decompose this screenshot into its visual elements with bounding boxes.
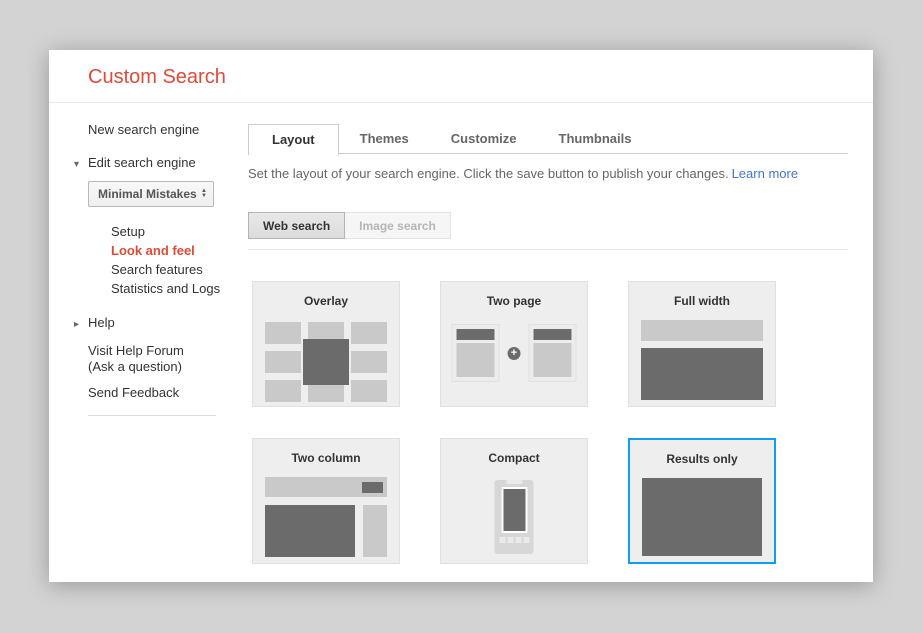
select-arrows-icon: ▲▼ (201, 189, 207, 199)
layout-card-compact[interactable]: Compact (440, 438, 588, 564)
tab-description: Set the layout of your search engine. Cl… (248, 166, 848, 181)
sidebar-item-visit-help-forum[interactable]: Visit Help Forum (Ask a question) (49, 343, 248, 375)
engine-select[interactable]: Minimal Mistakes ▲▼ (88, 181, 214, 207)
sidebar-item-send-feedback[interactable]: Send Feedback (49, 385, 248, 401)
layout-card-title: Full width (629, 282, 775, 308)
custom-search-window: Custom Search New search engine ▾ Edit s… (49, 50, 873, 582)
app-header: Custom Search (49, 50, 873, 103)
layout-card-two-column[interactable]: Two column (252, 438, 400, 564)
page-title: Custom Search (49, 50, 873, 89)
plus-icon: + (508, 347, 521, 360)
section-divider (248, 249, 848, 250)
engine-select-value: Minimal Mistakes (98, 187, 197, 201)
description-text: Set the layout of your search engine. Cl… (248, 166, 729, 181)
sidebar-item-edit-search-engine[interactable]: ▾ Edit search engine (49, 155, 248, 170)
sidebar-item-new-search-engine[interactable]: New search engine (49, 122, 248, 138)
tab-themes[interactable]: Themes (340, 124, 429, 153)
sidebar-item-search-features[interactable]: Search features (49, 260, 248, 279)
layout-card-title: Compact (441, 439, 587, 465)
layout-card-two-page[interactable]: Two page + (440, 281, 588, 407)
overlay-layout-thumbnail-icon (265, 322, 387, 402)
tab-thumbnails[interactable]: Thumbnails (539, 124, 652, 153)
sidebar: New search engine ▾ Edit search engine M… (49, 103, 248, 581)
main-content: Layout Themes Customize Thumbnails Set t… (248, 103, 873, 581)
compact-layout-thumbnail-icon (495, 475, 534, 554)
layout-card-title: Two column (253, 439, 399, 465)
tab-bar: Layout Themes Customize Thumbnails (248, 124, 848, 154)
sidebar-item-setup[interactable]: Setup (49, 222, 248, 241)
results-only-layout-thumbnail-icon (642, 478, 762, 556)
search-type-toggle: Web search Image search (248, 212, 848, 239)
image-search-button[interactable]: Image search (345, 212, 451, 239)
sidebar-item-label: Help (88, 315, 115, 330)
sidebar-subsections: Setup Look and feel Search features Stat… (49, 222, 248, 298)
layout-options-grid: Overlay Two page + (248, 281, 848, 564)
two-column-layout-thumbnail-icon (265, 477, 387, 557)
full-width-layout-thumbnail-icon (641, 320, 763, 400)
layout-card-full-width[interactable]: Full width (628, 281, 776, 407)
layout-card-results-only[interactable]: Results only (628, 438, 776, 564)
sidebar-item-label: Edit search engine (88, 155, 196, 170)
layout-card-title: Results only (630, 440, 774, 466)
phone-icon (495, 480, 534, 554)
visit-help-forum-label: Visit Help Forum (88, 343, 248, 359)
triangle-right-icon: ▸ (74, 319, 88, 330)
layout-card-title: Two page (441, 282, 587, 308)
web-search-button[interactable]: Web search (248, 212, 345, 239)
tab-customize[interactable]: Customize (431, 124, 537, 153)
layout-card-overlay[interactable]: Overlay (252, 281, 400, 407)
learn-more-link[interactable]: Learn more (732, 166, 798, 181)
sidebar-item-help[interactable]: ▸ Help (49, 315, 248, 330)
sidebar-item-statistics-and-logs[interactable]: Statistics and Logs (49, 279, 248, 298)
ask-a-question-label: (Ask a question) (88, 359, 248, 375)
layout-card-title: Overlay (253, 282, 399, 308)
tab-layout[interactable]: Layout (248, 124, 339, 155)
two-page-layout-thumbnail-icon: + (452, 324, 577, 382)
sidebar-item-look-and-feel[interactable]: Look and feel (49, 241, 248, 260)
triangle-down-icon: ▾ (74, 159, 88, 170)
sidebar-divider (88, 415, 216, 416)
